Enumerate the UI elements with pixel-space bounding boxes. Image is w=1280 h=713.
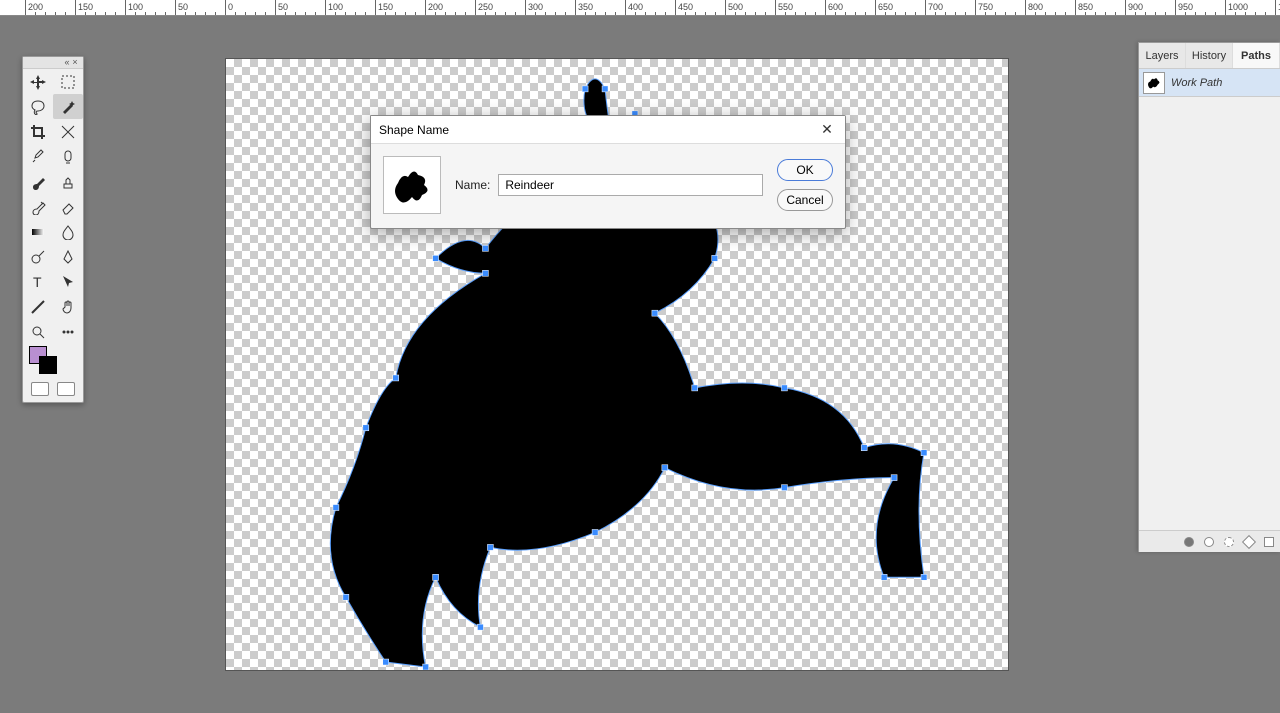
selection-from-path-icon[interactable] [1224, 537, 1234, 547]
hand-tool[interactable] [53, 294, 83, 319]
blur-tool[interactable] [53, 219, 83, 244]
name-field-label: Name: [455, 178, 490, 192]
panel-header[interactable]: «× [23, 57, 83, 69]
panel-footer [1139, 530, 1280, 552]
fill-path-icon[interactable] [1184, 537, 1194, 547]
stroke-path-icon[interactable] [1204, 537, 1214, 547]
tab-history[interactable]: History [1186, 43, 1233, 68]
tab-paths[interactable]: Paths [1233, 43, 1280, 68]
tab-layers[interactable]: Layers [1139, 43, 1186, 68]
slice-tool[interactable] [53, 119, 83, 144]
new-path-icon[interactable] [1264, 537, 1274, 547]
shape-preview-thumbnail [383, 156, 441, 214]
line-tool[interactable] [23, 294, 53, 319]
ok-button[interactable]: OK [777, 159, 833, 181]
shape-name-dialog: Shape Name ✕ Name: OK Cancel [370, 115, 846, 229]
path-item-label: Work Path [1171, 77, 1222, 89]
spot-healing-tool[interactable] [53, 144, 83, 169]
rectangular-marquee-tool[interactable] [53, 69, 83, 94]
dialog-title: Shape Name [379, 123, 449, 137]
horizontal-ruler: 2001501005005010015020025030035040045050… [0, 0, 1280, 16]
close-icon[interactable]: ✕ [817, 120, 837, 140]
pen-tool[interactable] [53, 244, 83, 269]
screen-mode-button[interactable] [57, 382, 75, 396]
type-tool[interactable]: T [23, 269, 53, 294]
gradient-tool[interactable] [23, 219, 53, 244]
shape-name-input[interactable] [498, 174, 763, 196]
background-color-swatch[interactable] [39, 356, 57, 374]
standard-mode-button[interactable] [31, 382, 49, 396]
right-panels: LayersHistoryPaths Work Path [1138, 42, 1280, 552]
history-brush-tool[interactable] [23, 194, 53, 219]
eraser-tool[interactable] [53, 194, 83, 219]
dodge-tool[interactable] [23, 244, 53, 269]
clone-stamp-tool[interactable] [53, 169, 83, 194]
path-thumbnail [1143, 72, 1165, 94]
tools-panel: «× T [22, 56, 84, 403]
magic-wand-tool[interactable] [53, 94, 83, 119]
cancel-button[interactable]: Cancel [777, 189, 833, 211]
path-selection-tool[interactable] [53, 269, 83, 294]
zoom-tool[interactable] [23, 319, 53, 344]
crop-tool[interactable] [23, 119, 53, 144]
path-item-row[interactable]: Work Path [1139, 69, 1280, 97]
eyedropper-tool[interactable] [23, 144, 53, 169]
svg-text:T: T [33, 274, 42, 290]
edit-toolbar[interactable] [53, 319, 83, 344]
color-swatches[interactable] [23, 344, 83, 380]
brush-tool[interactable] [23, 169, 53, 194]
move-tool[interactable] [23, 69, 53, 94]
lasso-tool[interactable] [23, 94, 53, 119]
path-to-mask-icon[interactable] [1242, 534, 1256, 548]
